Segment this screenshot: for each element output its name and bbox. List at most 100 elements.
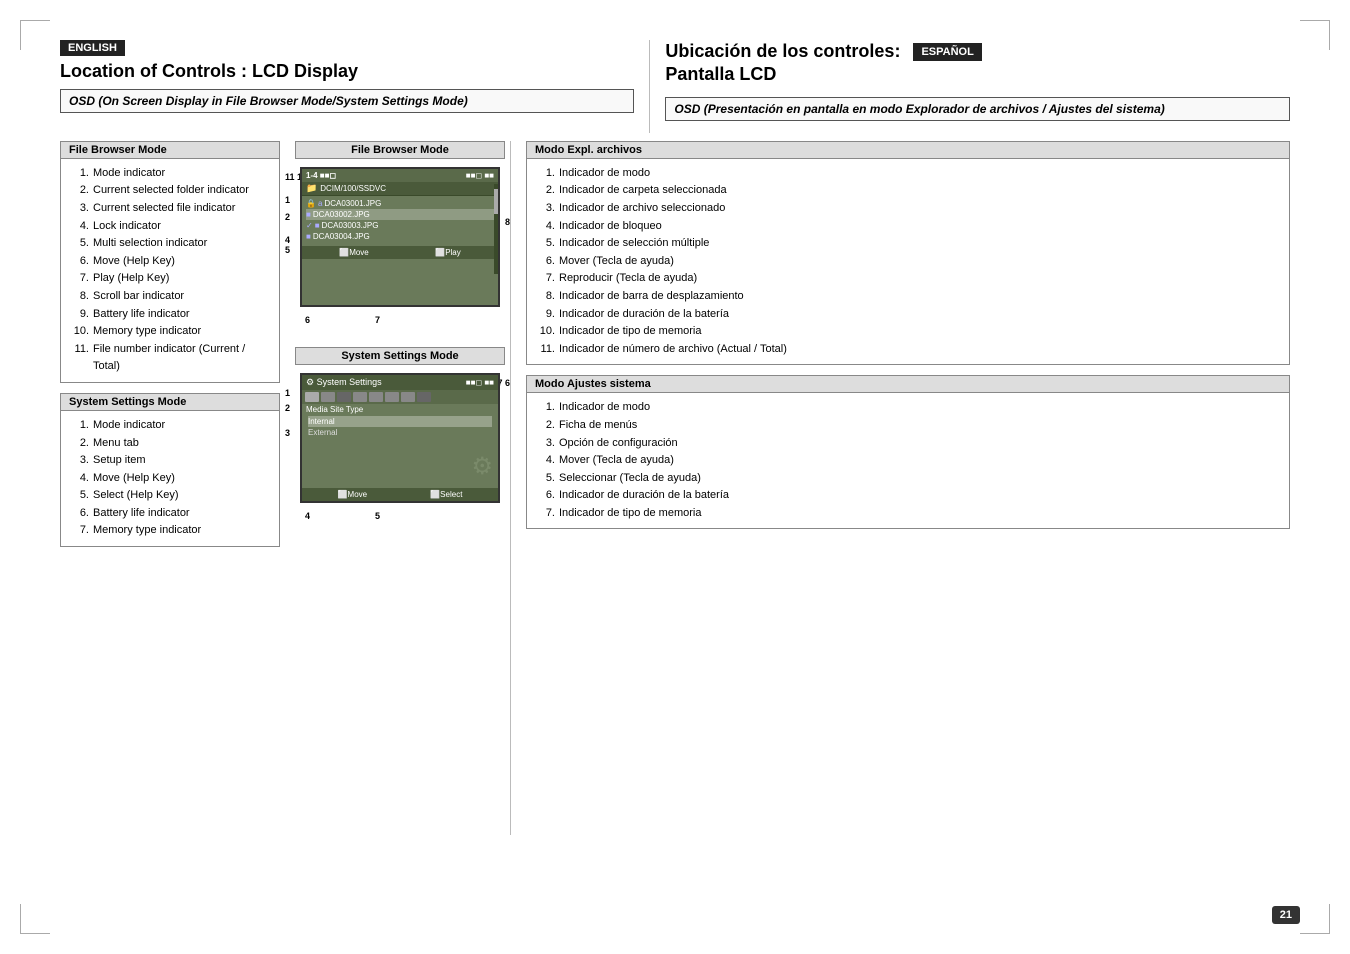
item-num: 5. — [71, 235, 89, 253]
item-num: 1. — [537, 399, 555, 417]
left-fb-mode-content: 1.Mode indicator2.Current selected folde… — [61, 159, 279, 382]
list-item: 8.Indicador de barra de desplazamiento — [537, 288, 1279, 306]
left-section-title: Location of Controls : LCD Display — [60, 60, 634, 83]
item-text: Indicador de modo — [559, 165, 650, 183]
item-text: Mode indicator — [93, 165, 165, 183]
list-item: 5.Indicador de selección múltiple — [537, 235, 1279, 253]
item-text: Reproducir (Tecla de ayuda) — [559, 270, 697, 288]
item-num: 6. — [71, 253, 89, 271]
right-ss-mode-title: Modo Ajustes sistema — [527, 376, 1289, 393]
list-item: 5.Multi selection indicator — [71, 235, 269, 253]
item-num: 10. — [537, 323, 555, 341]
ss-annot-3: 3 — [285, 428, 290, 438]
list-item: 4.Indicador de bloqueo — [537, 218, 1279, 236]
page: 21 ENGLISH Location of Controls : LCD Di… — [0, 0, 1350, 954]
item-text: Multi selection indicator — [93, 235, 207, 253]
item-text: Current selected file indicator — [93, 200, 235, 218]
item-num: 4. — [71, 470, 89, 488]
item-num: 10. — [71, 323, 89, 341]
corner-mark-bl — [20, 904, 50, 934]
list-item: 10.Indicador de tipo de memoria — [537, 323, 1279, 341]
item-num: 7. — [537, 505, 555, 523]
item-num: 9. — [537, 306, 555, 324]
item-num: 8. — [537, 288, 555, 306]
right-section-title: Ubicación de los controles: ESPAÑOL Pant… — [665, 40, 1290, 87]
right-ss-box: Modo Ajustes sistema 1.Indicador de modo… — [526, 375, 1290, 529]
item-num: 8. — [71, 288, 89, 306]
item-num: 2. — [71, 435, 89, 453]
item-text: Setup item — [93, 452, 146, 470]
list-item: 11.File number indicator (Current / Tota… — [71, 341, 269, 376]
item-text: Move (Help Key) — [93, 253, 175, 271]
item-text: Battery life indicator — [93, 306, 190, 324]
item-text: Lock indicator — [93, 218, 161, 236]
list-item: 6.Mover (Tecla de ayuda) — [537, 253, 1279, 271]
left-ss-list: 1.Mode indicator2.Menu tab3.Setup item4.… — [71, 417, 269, 540]
item-text: Current selected folder indicator — [93, 182, 249, 200]
list-item: 6.Indicador de duración de la batería — [537, 487, 1279, 505]
item-text: Play (Help Key) — [93, 270, 169, 288]
item-text: Indicador de selección múltiple — [559, 235, 709, 253]
espanol-badge: ESPAÑOL — [913, 43, 981, 61]
left-fb-mode-title: File Browser Mode — [61, 142, 279, 159]
ss-annot-1: 1 — [285, 388, 290, 398]
item-num: 7. — [537, 270, 555, 288]
list-item: 7.Indicador de tipo de memoria — [537, 505, 1279, 523]
ss-screen-label-center: System Settings Mode — [295, 347, 505, 365]
list-item: 5.Select (Help Key) — [71, 487, 269, 505]
item-text: Mover (Tecla de ayuda) — [559, 253, 674, 271]
item-text: Scroll bar indicator — [93, 288, 184, 306]
list-item: 9.Battery life indicator — [71, 306, 269, 324]
annot-6: 6 — [305, 315, 310, 325]
left-ss-mode-content: 1.Mode indicator2.Menu tab3.Setup item4.… — [61, 411, 279, 546]
list-item: 1.Indicador de modo — [537, 165, 1279, 183]
item-text: File number indicator (Current / Total) — [93, 341, 269, 376]
annot-1: 1 — [285, 195, 290, 205]
item-num: 3. — [71, 200, 89, 218]
item-text: Indicador de carpeta seleccionada — [559, 182, 727, 200]
right-ss-list: 1.Indicador de modo2.Ficha de menús3.Opc… — [537, 399, 1279, 522]
list-item: 2.Indicador de carpeta seleccionada — [537, 182, 1279, 200]
right-ss-mode-content: 1.Indicador de modo2.Ficha de menús3.Opc… — [527, 393, 1289, 528]
list-item: 4.Lock indicator — [71, 218, 269, 236]
item-num: 2. — [71, 182, 89, 200]
corner-mark-tr — [1300, 20, 1330, 50]
list-item: 3.Opción de configuración — [537, 435, 1279, 453]
item-num: 2. — [537, 182, 555, 200]
list-item: 3.Indicador de archivo seleccionado — [537, 200, 1279, 218]
right-fb-box: Modo Expl. archivos 1.Indicador de modo2… — [526, 141, 1290, 366]
annot-7: 7 — [375, 315, 380, 325]
left-file-browser-box: File Browser Mode 1.Mode indicator2.Curr… — [60, 141, 280, 383]
list-item: 6.Battery life indicator — [71, 505, 269, 523]
list-item: 2.Ficha de menús — [537, 417, 1279, 435]
list-item: 2.Menu tab — [71, 435, 269, 453]
item-num: 11. — [71, 341, 89, 376]
item-text: Memory type indicator — [93, 323, 201, 341]
item-text: Mode indicator — [93, 417, 165, 435]
item-text: Indicador de modo — [559, 399, 650, 417]
item-num: 6. — [537, 253, 555, 271]
item-text: Menu tab — [93, 435, 139, 453]
right-fb-list: 1.Indicador de modo2.Indicador de carpet… — [537, 165, 1279, 359]
list-item: 11.Indicador de número de archivo (Actua… — [537, 341, 1279, 359]
list-item: 6.Move (Help Key) — [71, 253, 269, 271]
item-text: Indicador de barra de desplazamiento — [559, 288, 744, 306]
corner-mark-br — [1300, 904, 1330, 934]
list-item: 10.Memory type indicator — [71, 323, 269, 341]
list-item: 2.Current selected folder indicator — [71, 182, 269, 200]
list-item: 5.Seleccionar (Tecla de ayuda) — [537, 470, 1279, 488]
annot-2: 2 — [285, 212, 290, 222]
item-text: Indicador de tipo de memoria — [559, 323, 701, 341]
item-text: Memory type indicator — [93, 522, 201, 540]
item-text: Seleccionar (Tecla de ayuda) — [559, 470, 701, 488]
item-num: 3. — [537, 435, 555, 453]
item-text: Indicador de bloqueo — [559, 218, 662, 236]
item-text: Indicador de archivo seleccionado — [559, 200, 725, 218]
item-num: 3. — [537, 200, 555, 218]
left-ss-box: System Settings Mode 1.Mode indicator2.M… — [60, 393, 280, 547]
item-text: Opción de configuración — [559, 435, 678, 453]
list-item: 3.Current selected file indicator — [71, 200, 269, 218]
item-num: 1. — [537, 165, 555, 183]
page-number: 21 — [1272, 906, 1300, 924]
right-fb-mode-content: 1.Indicador de modo2.Indicador de carpet… — [527, 159, 1289, 365]
